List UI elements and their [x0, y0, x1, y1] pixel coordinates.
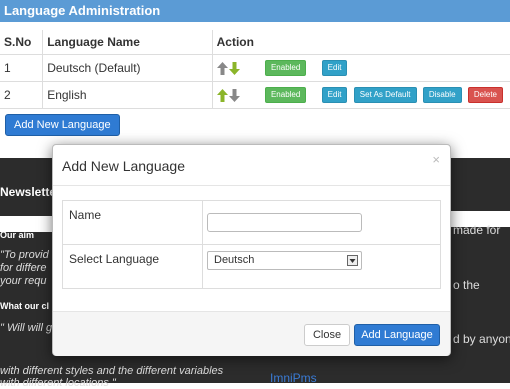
language-select-value: Deutsch [214, 254, 255, 266]
name-row: Name [63, 201, 440, 245]
disable-button[interactable]: Disable [422, 87, 462, 103]
select-language-row: Select Language Deutsch [63, 245, 440, 288]
add-language-form: Name Select Language Deutsch [62, 200, 441, 289]
move-up-arrow-icon[interactable] [216, 88, 228, 102]
row-actions: Enabled Edit [212, 54, 510, 82]
table-row: 1 Deutsch (Default) Enabled Edit [0, 54, 510, 82]
enabled-button[interactable]: Enabled [264, 60, 307, 76]
modal-title: Add New Language [62, 158, 185, 174]
row-sno: 2 [0, 81, 44, 109]
column-header-name: Language Name [42, 30, 213, 55]
row-actions: Enabled Edit Set As Default Disable Dele… [212, 81, 510, 109]
our-aim-heading: Our aim [0, 230, 35, 240]
background-quote: for differe [0, 262, 47, 274]
move-down-arrow-icon[interactable] [228, 88, 240, 102]
what-our-clients-heading: What our cl [0, 301, 49, 311]
newsletter-heading: Newslette [0, 185, 57, 199]
background-quote: " Will will g [0, 322, 53, 334]
close-button[interactable]: Close [304, 324, 350, 346]
name-label: Name [69, 208, 102, 222]
row-language-name: Deutsch (Default) [42, 54, 213, 82]
modal-header: Add New Language × [53, 145, 450, 186]
modal-footer: Close Add Language [53, 311, 450, 356]
background-text: o the [453, 278, 480, 292]
move-up-arrow-icon[interactable] [216, 61, 228, 75]
row-language-name: English [42, 81, 213, 109]
move-down-arrow-icon[interactable] [228, 61, 240, 75]
select-language-label: Select Language [69, 252, 160, 266]
background-text: d by anyone [453, 332, 510, 346]
column-header-sno: S.No [0, 30, 44, 55]
language-select[interactable]: Deutsch [207, 251, 362, 270]
panel-title: Language Administration [0, 0, 510, 22]
add-language-button[interactable]: Add Language [354, 324, 440, 346]
add-new-language-button[interactable]: Add New Language [5, 114, 120, 136]
delete-button[interactable]: Delete [467, 87, 503, 103]
background-text: made for [453, 223, 501, 237]
table-row: 2 English Enabled Edit Set As Default Di… [0, 81, 510, 109]
close-icon[interactable]: × [432, 152, 440, 167]
name-input[interactable] [207, 213, 362, 232]
column-header-action: Action [212, 30, 510, 55]
add-language-modal: Add New Language × Name Select Language … [52, 144, 451, 356]
background-quote: with different locations " [0, 377, 116, 389]
chevron-down-icon[interactable] [347, 255, 358, 266]
set-as-default-button[interactable]: Set As Default [353, 87, 417, 103]
edit-button[interactable]: Edit [321, 87, 348, 103]
background-quote: your requ [0, 275, 47, 287]
table-header-row: S.No Language Name Action [0, 30, 510, 55]
background-quote: with different styles and the different … [0, 365, 224, 377]
edit-button[interactable]: Edit [321, 60, 348, 76]
languages-table: S.No Language Name Action 1 Deutsch (Def… [0, 30, 510, 109]
row-sno: 1 [0, 54, 44, 82]
background-quote: "To provid [0, 249, 49, 261]
enabled-button[interactable]: Enabled [264, 87, 307, 103]
